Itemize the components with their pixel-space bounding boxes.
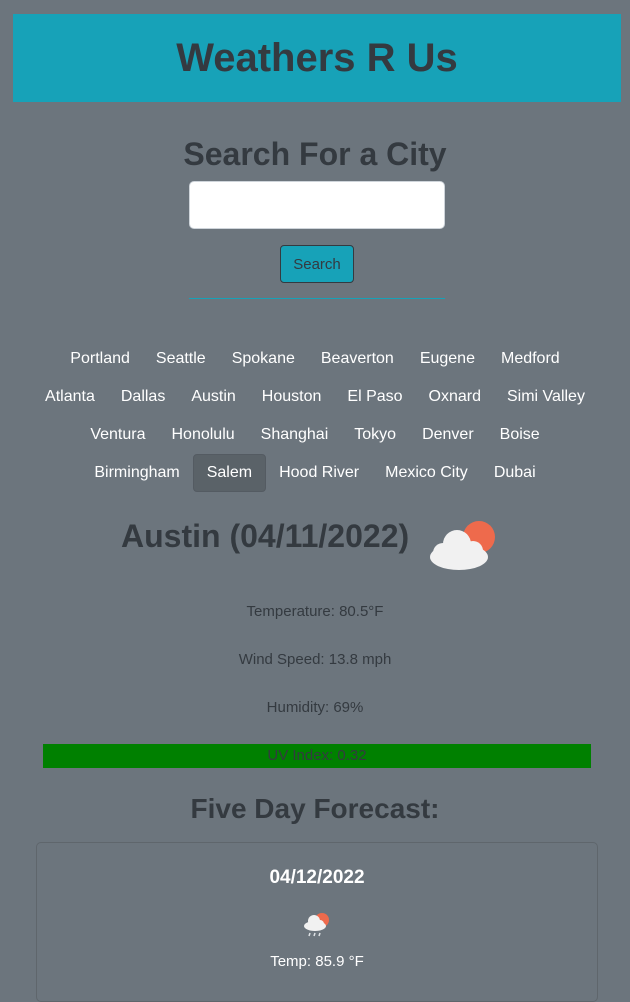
city-button-dubai[interactable]: Dubai bbox=[481, 454, 549, 492]
uv-index-bar: UV Index: 0.32 bbox=[43, 744, 591, 768]
city-button-denver[interactable]: Denver bbox=[409, 416, 487, 454]
humidity-text: Humidity: 69% bbox=[266, 699, 364, 716]
city-button-boise[interactable]: Boise bbox=[487, 416, 553, 454]
city-button-mexico-city[interactable]: Mexico City bbox=[372, 454, 481, 492]
city-button-austin[interactable]: Austin bbox=[178, 378, 248, 416]
city-button-tokyo[interactable]: Tokyo bbox=[341, 416, 409, 454]
search-title: Search For a City bbox=[183, 136, 447, 172]
city-button-oxnard[interactable]: Oxnard bbox=[416, 378, 494, 416]
city-button-beaverton[interactable]: Beaverton bbox=[308, 340, 407, 378]
city-button-shanghai[interactable]: Shanghai bbox=[248, 416, 342, 454]
city-button-houston[interactable]: Houston bbox=[249, 378, 335, 416]
city-button-dallas[interactable]: Dallas bbox=[108, 378, 178, 416]
city-button-ventura[interactable]: Ventura bbox=[77, 416, 158, 454]
city-button-simi-valley[interactable]: Simi Valley bbox=[494, 378, 598, 416]
search-input[interactable] bbox=[189, 181, 445, 229]
city-button-birmingham[interactable]: Birmingham bbox=[81, 454, 192, 492]
city-button-atlanta[interactable]: Atlanta bbox=[32, 378, 108, 416]
city-button-portland[interactable]: Portland bbox=[57, 340, 143, 378]
city-button-salem[interactable]: Salem bbox=[192, 454, 267, 492]
current-city-title: Austin (04/11/2022) bbox=[121, 518, 410, 554]
app-header: Weathers R Us bbox=[13, 14, 621, 102]
city-history-list: Portland Seattle Spokane Beaverton Eugene Med… bbox=[30, 340, 600, 492]
wind-speed-text: Wind Speed: 13.8 mph bbox=[238, 651, 392, 668]
city-button-seattle[interactable]: Seattle bbox=[143, 340, 219, 378]
city-button-eugene[interactable]: Eugene bbox=[407, 340, 488, 378]
city-button-spokane[interactable]: Spokane bbox=[219, 340, 308, 378]
city-button-hood-river[interactable]: Hood River bbox=[266, 454, 372, 492]
partly-cloudy-icon bbox=[430, 521, 495, 570]
temperature-text: Temperature: 80.5°F bbox=[246, 603, 384, 620]
app-title: Weathers R Us bbox=[176, 35, 458, 80]
city-button-medford[interactable]: Medford bbox=[488, 340, 573, 378]
divider bbox=[189, 298, 445, 299]
search-button[interactable]: Search bbox=[280, 245, 354, 283]
forecast-title: Five Day Forecast: bbox=[190, 793, 440, 824]
forecast-card: 04/12/2022 Temp: 85.9 °F bbox=[36, 842, 598, 1002]
rain-sun-icon bbox=[304, 913, 329, 937]
city-button-honolulu[interactable]: Honolulu bbox=[158, 416, 247, 454]
forecast-date: 04/12/2022 bbox=[269, 867, 365, 888]
city-button-el-paso[interactable]: El Paso bbox=[334, 378, 415, 416]
forecast-temp: Temp: 85.9 °F bbox=[270, 953, 364, 970]
